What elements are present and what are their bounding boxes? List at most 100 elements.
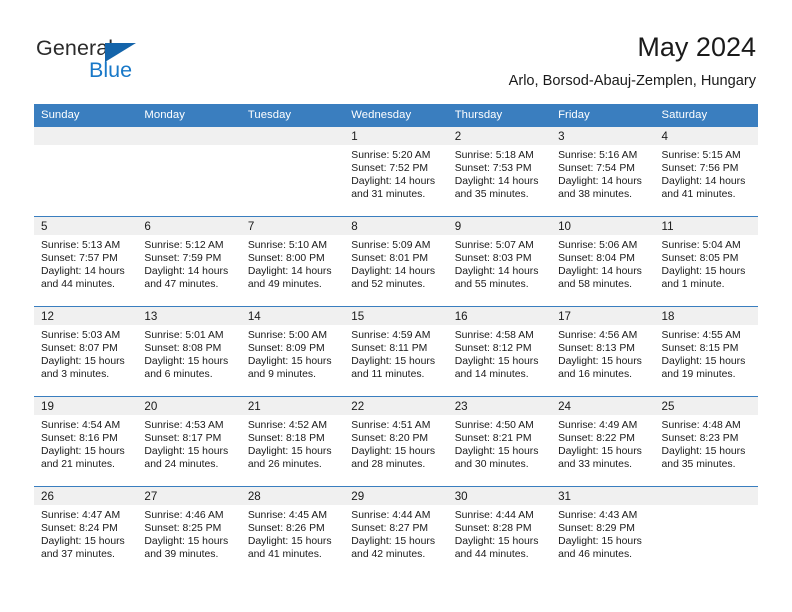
day-cell-2[interactable]: 2 Sunrise: 5:18 AM Sunset: 7:53 PM Daylight…: [447, 126, 552, 216]
sunset-text: Sunset: 8:16 PM: [41, 433, 118, 445]
daylight-text-line2: and 31 minutes.: [351, 189, 426, 201]
daylight-text-line1: Daylight: 15 hours: [558, 536, 642, 548]
day-cell-16[interactable]: 16 Sunrise: 4:58 AM Sunset: 8:12 PM Dayligh…: [447, 306, 552, 396]
day-cell-20[interactable]: 20 Sunrise: 4:53 AM Sunset: 8:17 PM Dayligh…: [137, 396, 241, 486]
day-cell-28[interactable]: 28 Sunrise: 4:45 AM Sunset: 8:26 PM Dayligh…: [240, 486, 345, 576]
day-cell-21[interactable]: 21 Sunrise: 4:52 AM Sunset: 8:18 PM Dayligh…: [240, 396, 345, 486]
sunrise-text: Sunrise: 5:16 AM: [558, 150, 638, 161]
daylight-text-line1: Daylight: 15 hours: [41, 536, 125, 548]
day-cell-9[interactable]: 9 Sunrise: 5:07 AM Sunset: 8:03 PM Daylight…: [447, 216, 552, 306]
day-details: Sunrise: 4:54 AM Sunset: 8:16 PM Daylight:…: [34, 415, 137, 471]
sunrise-text: Sunrise: 4:50 AM: [454, 420, 534, 431]
day-cell-13[interactable]: 13 Sunrise: 5:01 AM Sunset: 8:08 PM Dayligh…: [137, 306, 241, 396]
sunset-text: Sunset: 8:11 PM: [351, 343, 428, 355]
day-number: 7: [247, 220, 255, 233]
sunset-text: Sunset: 8:09 PM: [247, 343, 325, 355]
sunset-text: Sunset: 8:17 PM: [144, 433, 222, 445]
day-cell-17[interactable]: 17 Sunrise: 4:56 AM Sunset: 8:13 PM Dayligh…: [551, 306, 655, 396]
day-number: 24: [558, 400, 572, 413]
day-number-band: 21: [240, 397, 345, 415]
day-number: 21: [247, 400, 261, 413]
day-cell-27[interactable]: 27 Sunrise: 4:46 AM Sunset: 8:25 PM Dayligh…: [137, 486, 241, 576]
day-cell-5[interactable]: 5 Sunrise: 5:13 AM Sunset: 7:57 PM Daylight…: [34, 216, 138, 306]
weekday-header-saturday: Saturday: [661, 109, 708, 121]
sunset-text: Sunset: 8:03 PM: [454, 253, 532, 265]
daylight-text-line1: Daylight: 15 hours: [661, 356, 746, 368]
day-number-band: 10: [551, 217, 655, 235]
daylight-text-line2: and 19 minutes.: [661, 369, 736, 381]
day-cell-12[interactable]: 12 Sunrise: 5:03 AM Sunset: 8:07 PM Dayligh…: [34, 306, 138, 396]
day-number: 28: [247, 490, 261, 503]
day-cell-empty: [654, 486, 758, 576]
day-details: Sunrise: 5:00 AM Sunset: 8:09 PM Daylight:…: [241, 325, 344, 381]
sunrise-text: Sunrise: 4:43 AM: [558, 510, 638, 521]
day-number-band: 15: [344, 307, 448, 325]
day-number-band: 27: [137, 487, 241, 505]
daylight-text-line2: and 1 minute.: [661, 279, 725, 291]
day-cell-3[interactable]: 3 Sunrise: 5:16 AM Sunset: 7:54 PM Daylight…: [551, 126, 655, 216]
day-cell-11[interactable]: 11 Sunrise: 5:04 AM Sunset: 8:05 PM Dayligh…: [654, 216, 758, 306]
sunset-text: Sunset: 7:59 PM: [144, 253, 222, 265]
day-number: 23: [454, 400, 468, 413]
day-details: Sunrise: 5:09 AM Sunset: 8:01 PM Daylight:…: [344, 235, 447, 291]
day-cell-31[interactable]: 31 Sunrise: 4:43 AM Sunset: 8:29 PM Dayligh…: [551, 486, 655, 576]
day-cell-25[interactable]: 25 Sunrise: 4:48 AM Sunset: 8:23 PM Dayligh…: [654, 396, 758, 486]
sunrise-text: Sunrise: 5:06 AM: [558, 240, 638, 251]
weekday-header-friday: Friday: [558, 109, 590, 121]
sunrise-text: Sunrise: 4:48 AM: [661, 420, 741, 431]
day-details: Sunrise: 5:01 AM Sunset: 8:08 PM Daylight:…: [137, 325, 240, 381]
daylight-text-line2: and 26 minutes.: [247, 459, 322, 471]
sunset-text: Sunset: 8:00 PM: [247, 253, 325, 265]
day-cell-10[interactable]: 10 Sunrise: 5:06 AM Sunset: 8:04 PM Dayligh…: [551, 216, 655, 306]
sunset-text: Sunset: 8:15 PM: [661, 343, 739, 355]
day-details: Sunrise: 5:12 AM Sunset: 7:59 PM Daylight:…: [137, 235, 240, 291]
day-cell-8[interactable]: 8 Sunrise: 5:09 AM Sunset: 8:01 PM Daylight…: [344, 216, 448, 306]
day-cell-19[interactable]: 19 Sunrise: 4:54 AM Sunset: 8:16 PM Dayligh…: [34, 396, 138, 486]
day-details: Sunrise: 4:50 AM Sunset: 8:21 PM Daylight:…: [448, 415, 551, 471]
daylight-text-line1: Daylight: 15 hours: [144, 356, 229, 368]
daylight-text-line2: and 58 minutes.: [558, 279, 633, 291]
daylight-text-line1: Daylight: 15 hours: [247, 446, 332, 458]
sunrise-text: Sunrise: 5:13 AM: [41, 240, 121, 251]
calendar-page: General Blue May 2024 Arlo, Borsod-Abauj…: [0, 0, 792, 612]
week-row: 19 Sunrise: 4:54 AM Sunset: 8:16 PM Dayligh…: [34, 396, 758, 486]
day-cell-7[interactable]: 7 Sunrise: 5:10 AM Sunset: 8:00 PM Daylight…: [240, 216, 345, 306]
day-number-band: 23: [447, 397, 552, 415]
day-cell-14[interactable]: 14 Sunrise: 5:00 AM Sunset: 8:09 PM Dayligh…: [240, 306, 345, 396]
sunset-text: Sunset: 8:26 PM: [247, 523, 325, 535]
day-number: 26: [41, 490, 54, 503]
day-details: Sunrise: 4:58 AM Sunset: 8:12 PM Daylight:…: [448, 325, 551, 381]
daylight-text-line2: and 49 minutes.: [247, 279, 322, 291]
day-details: Sunrise: 5:07 AM Sunset: 8:03 PM Daylight:…: [448, 235, 551, 291]
day-number: 30: [454, 490, 468, 503]
day-cell-1[interactable]: 1 Sunrise: 5:20 AM Sunset: 7:52 PM Daylight…: [344, 126, 448, 216]
day-cell-26[interactable]: 26 Sunrise: 4:47 AM Sunset: 8:24 PM Dayligh…: [34, 486, 138, 576]
day-details: Sunrise: 4:45 AM Sunset: 8:26 PM Daylight:…: [241, 505, 344, 561]
daylight-text-line1: Daylight: 15 hours: [144, 536, 229, 548]
day-cell-30[interactable]: 30 Sunrise: 4:44 AM Sunset: 8:28 PM Dayligh…: [447, 486, 552, 576]
day-number: 19: [41, 400, 54, 413]
day-cell-15[interactable]: 15 Sunrise: 4:59 AM Sunset: 8:11 PM Dayligh…: [344, 306, 448, 396]
day-cell-6[interactable]: 6 Sunrise: 5:12 AM Sunset: 7:59 PM Daylight…: [137, 216, 241, 306]
day-cell-22[interactable]: 22 Sunrise: 4:51 AM Sunset: 8:20 PM Dayligh…: [344, 396, 448, 486]
sunrise-text: Sunrise: 5:00 AM: [247, 330, 327, 341]
day-cell-24[interactable]: 24 Sunrise: 4:49 AM Sunset: 8:22 PM Dayligh…: [551, 396, 655, 486]
daylight-text-line2: and 52 minutes.: [351, 279, 426, 291]
day-number-band: 5: [34, 217, 138, 235]
day-cell-23[interactable]: 23 Sunrise: 4:50 AM Sunset: 8:21 PM Dayligh…: [447, 396, 552, 486]
day-cell-18[interactable]: 18 Sunrise: 4:55 AM Sunset: 8:15 PM Dayligh…: [654, 306, 758, 396]
day-number-band: 13: [137, 307, 241, 325]
day-cell-4[interactable]: 4 Sunrise: 5:15 AM Sunset: 7:56 PM Daylight…: [654, 126, 758, 216]
day-number: 20: [144, 400, 158, 413]
day-number: 12: [41, 310, 54, 323]
general-blue-logo[interactable]: General Blue: [36, 36, 266, 88]
day-cell-29[interactable]: 29 Sunrise: 4:44 AM Sunset: 8:27 PM Dayligh…: [344, 486, 448, 576]
daylight-text-line1: Daylight: 15 hours: [454, 536, 539, 548]
daylight-text-line1: Daylight: 15 hours: [558, 446, 642, 458]
sunrise-text: Sunrise: 5:18 AM: [454, 150, 534, 161]
daylight-text-line1: Daylight: 14 hours: [558, 176, 642, 188]
daylight-text-line1: Daylight: 14 hours: [351, 176, 436, 188]
daylight-text-line2: and 41 minutes.: [661, 189, 736, 201]
sunrise-text: Sunrise: 5:10 AM: [247, 240, 327, 251]
daylight-text-line1: Daylight: 15 hours: [351, 536, 436, 548]
